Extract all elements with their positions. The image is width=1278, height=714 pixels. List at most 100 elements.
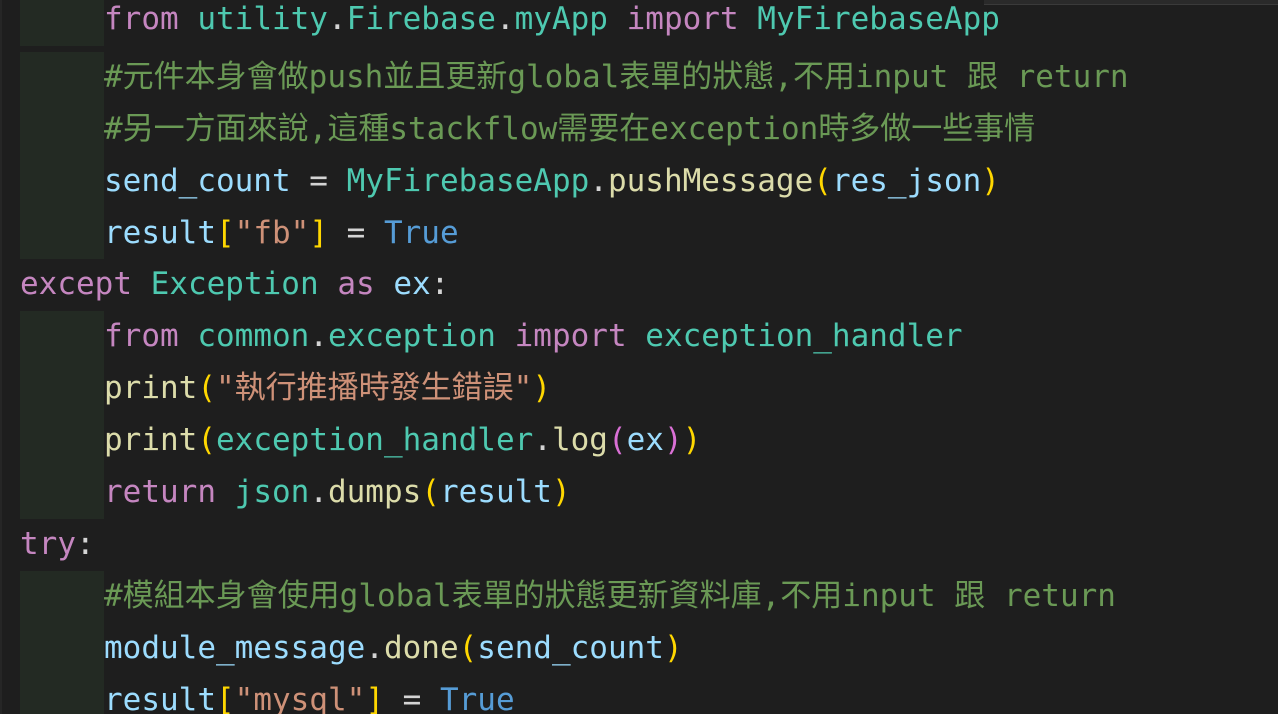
code-token: dumps	[327, 474, 422, 511]
code-token: :	[430, 266, 450, 303]
code-token: ex	[626, 422, 664, 459]
code-line-content: print(exception_handler.log(ex))	[104, 415, 701, 467]
code-line[interactable]: print(exception_handler.log(ex))	[0, 415, 1278, 468]
code-token: result	[439, 474, 552, 511]
code-line[interactable]: try:	[0, 519, 1278, 571]
code-token: import	[626, 1, 739, 37]
code-token: )	[663, 422, 683, 459]
code-token: utility	[197, 1, 328, 37]
code-token: =	[290, 162, 347, 199]
code-token: (	[813, 162, 832, 199]
code-token: done	[383, 629, 459, 666]
code-token: .	[309, 318, 328, 355]
code-token: from	[104, 318, 179, 355]
code-token: (	[607, 422, 627, 459]
code-line[interactable]: #元件本身會做push並且更新global表單的狀態,不用input 跟 ret…	[0, 51, 1278, 104]
code-line-content: result["fb"] = True	[104, 208, 459, 260]
code-token: print	[104, 370, 198, 407]
code-line[interactable]: module_message.done(send_count)	[0, 622, 1278, 675]
code-token: "fb"	[234, 214, 310, 251]
code-line[interactable]: #模組本身會使用global表單的狀態更新資料庫,不用input 跟 retur…	[0, 570, 1278, 623]
code-token: (	[197, 370, 216, 407]
indent-guide	[20, 415, 104, 468]
code-token: )	[682, 422, 702, 459]
indent-guide	[20, 674, 104, 714]
code-token: Exception	[150, 266, 319, 303]
code-token: MyFirebaseApp	[757, 1, 1000, 37]
indent-guide	[20, 570, 104, 623]
code-token: ]	[365, 681, 384, 714]
code-line-content: try:	[20, 519, 95, 571]
code-token: json	[234, 474, 310, 511]
code-token: .	[589, 162, 608, 199]
code-token: .	[533, 422, 552, 459]
code-token: .	[327, 1, 347, 37]
code-area[interactable]: from utility.Firebase.myApp import MyFir…	[0, 0, 1278, 714]
code-token: except	[20, 266, 132, 303]
code-line-content: send_count = MyFirebaseApp.pushMessage(r…	[104, 156, 1000, 208]
code-token: result	[104, 681, 216, 714]
indent-guide	[20, 311, 104, 364]
code-token: myApp	[514, 1, 608, 37]
code-token: :	[76, 525, 95, 562]
code-line[interactable]: from utility.Firebase.myApp import MyFir…	[0, 0, 1278, 46]
code-line[interactable]: result["fb"] = True	[0, 207, 1278, 260]
code-token: (	[197, 422, 216, 459]
code-line[interactable]: #另一方面來說,這種stackflow需要在exception時多做一些事情	[0, 103, 1278, 156]
code-token: #另一方面來說,這種stackflow需要在exception時多做一些事情	[104, 110, 1036, 147]
code-line[interactable]: result["mysql"] = True	[0, 674, 1278, 714]
code-token: )	[981, 162, 1000, 199]
code-token: )	[551, 474, 571, 511]
code-token: common	[197, 318, 310, 355]
code-token: from	[104, 1, 179, 37]
code-token: pushMessage	[607, 162, 814, 199]
code-token: as	[337, 266, 375, 303]
code-token: result	[104, 214, 216, 251]
code-token: return	[104, 474, 216, 511]
code-token: )	[663, 629, 683, 666]
code-line[interactable]: send_count = MyFirebaseApp.pushMessage(r…	[0, 155, 1278, 208]
code-token: exception_handler	[645, 318, 963, 355]
code-token: ]	[309, 214, 328, 251]
code-line-content: result["mysql"] = True	[104, 675, 515, 714]
code-line-content: print("執行推播時發生錯誤")	[104, 363, 551, 415]
code-line-content: from utility.Firebase.myApp import MyFir…	[104, 0, 1000, 46]
code-token: [	[215, 214, 235, 251]
code-token: .	[309, 474, 328, 511]
indent-guide	[20, 155, 104, 208]
code-token: =	[383, 681, 440, 714]
code-token: module_message	[104, 629, 366, 666]
code-token: exception_handler	[216, 422, 534, 459]
code-token: exception	[327, 318, 496, 355]
code-token: .	[495, 1, 515, 37]
code-token: Firebase	[346, 1, 496, 37]
code-line[interactable]: except Exception as ex:	[0, 259, 1278, 311]
indent-guide	[20, 103, 104, 156]
code-line[interactable]: return json.dumps(result)	[0, 467, 1278, 519]
code-token: print	[104, 422, 198, 459]
code-line[interactable]: print("執行推播時發生錯誤")	[0, 363, 1278, 416]
code-token: =	[327, 214, 384, 251]
code-editor[interactable]: from utility.Firebase.myApp import MyFir…	[0, 0, 1278, 714]
code-line-content: #模組本身會使用global表單的狀態更新資料庫,不用input 跟 retur…	[104, 571, 1116, 623]
indent-guide	[20, 363, 104, 416]
code-token: #元件本身會做push並且更新global表單的狀態,不用input 跟 ret…	[104, 58, 1129, 95]
code-token: "執行推播時發生錯誤"	[216, 370, 533, 407]
code-line-content: #元件本身會做push並且更新global表單的狀態,不用input 跟 ret…	[104, 52, 1129, 104]
code-token: ex	[393, 266, 431, 303]
code-token: MyFirebaseApp	[346, 162, 590, 199]
code-token: send_count	[104, 162, 291, 199]
code-line-content: except Exception as ex:	[20, 259, 449, 311]
code-line[interactable]: from common.exception import exception_h…	[0, 311, 1278, 364]
code-token: import	[514, 318, 627, 355]
indent-guide	[20, 622, 104, 675]
code-line-content: #另一方面來說,這種stackflow需要在exception時多做一些事情	[104, 104, 1035, 156]
code-token: log	[551, 422, 608, 459]
